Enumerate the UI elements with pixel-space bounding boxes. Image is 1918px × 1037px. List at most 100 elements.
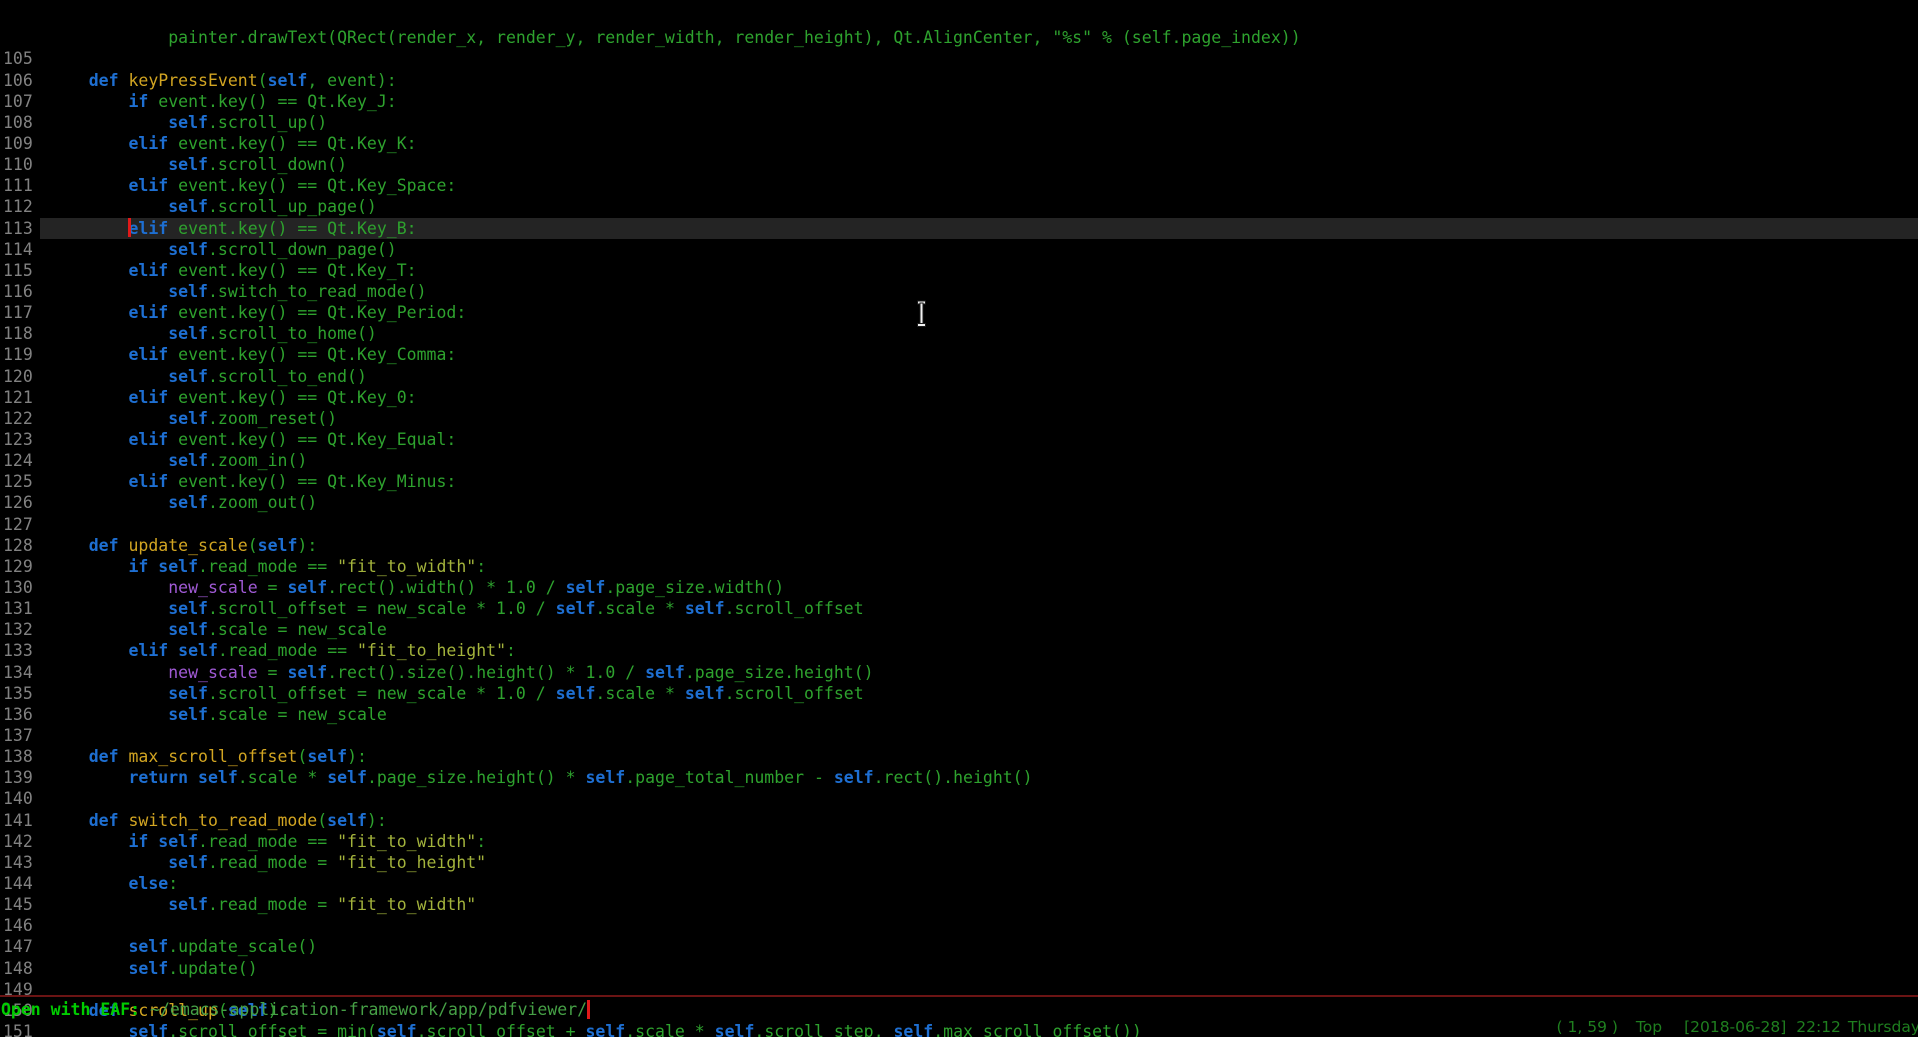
- code-line[interactable]: 147 self.update_scale(): [0, 936, 1918, 957]
- code-text[interactable]: self.scroll_offset = new_scale * 1.0 / s…: [40, 598, 1918, 619]
- code-text[interactable]: return self.scale * self.page_size.heigh…: [40, 767, 1918, 788]
- code-line[interactable]: 136 self.scale = new_scale: [0, 704, 1918, 725]
- code-text[interactable]: self.zoom_out(): [40, 492, 1918, 513]
- code-line[interactable]: 122 self.zoom_reset(): [0, 408, 1918, 429]
- code-line[interactable]: 125 elif event.key() == Qt.Key_Minus:: [0, 471, 1918, 492]
- code-line[interactable]: 143 self.read_mode = "fit_to_height": [0, 852, 1918, 873]
- code-line[interactable]: 148 self.update(): [0, 958, 1918, 979]
- code-text[interactable]: self.update(): [40, 958, 1918, 979]
- code-line[interactable]: 128 def update_scale(self):: [0, 535, 1918, 556]
- code-line[interactable]: 118 self.scroll_to_home(): [0, 323, 1918, 344]
- code-line[interactable]: 105: [0, 48, 1918, 69]
- code-line[interactable]: 137: [0, 725, 1918, 746]
- code-text[interactable]: self.scroll_to_end(): [40, 366, 1918, 387]
- code-line[interactable]: 129 if self.read_mode == "fit_to_width":: [0, 556, 1918, 577]
- code-line[interactable]: 115 elif event.key() == Qt.Key_T:: [0, 260, 1918, 281]
- code-line[interactable]: painter.drawText(QRect(render_x, render_…: [0, 27, 1918, 48]
- code-text[interactable]: self.scroll_down(): [40, 154, 1918, 175]
- line-number: 125: [0, 471, 40, 492]
- line-number: 120: [0, 366, 40, 387]
- code-text[interactable]: if self.read_mode == "fit_to_width":: [40, 556, 1918, 577]
- code-text[interactable]: elif event.key() == Qt.Key_T:: [40, 260, 1918, 281]
- code-line[interactable]: 120 self.scroll_to_end(): [0, 366, 1918, 387]
- code-line[interactable]: 113 elif event.key() == Qt.Key_B:: [0, 218, 1918, 239]
- minibuffer-input[interactable]: ~/emacs-application-framework/app/pdfvie…: [150, 1000, 587, 1019]
- minibuffer-prompt: Open with EAF:: [1, 1000, 150, 1019]
- code-text[interactable]: [40, 725, 1918, 746]
- code-text[interactable]: elif event.key() == Qt.Key_Minus:: [40, 471, 1918, 492]
- code-text[interactable]: new_scale = self.rect().width() * 1.0 / …: [40, 577, 1918, 598]
- minibuffer[interactable]: Open with EAF: ~/emacs-application-frame…: [1, 999, 1918, 1020]
- code-line[interactable]: 114 self.scroll_down_page(): [0, 239, 1918, 260]
- code-text[interactable]: self.read_mode = "fit_to_width": [40, 894, 1918, 915]
- code-line[interactable]: 123 elif event.key() == Qt.Key_Equal:: [0, 429, 1918, 450]
- code-line[interactable]: 141 def switch_to_read_mode(self):: [0, 810, 1918, 831]
- code-line[interactable]: 134 new_scale = self.rect().size().heigh…: [0, 662, 1918, 683]
- code-line[interactable]: 139 return self.scale * self.page_size.h…: [0, 767, 1918, 788]
- code-text[interactable]: [40, 915, 1918, 936]
- code-line[interactable]: 138 def max_scroll_offset(self):: [0, 746, 1918, 767]
- code-line[interactable]: 131 self.scroll_offset = new_scale * 1.0…: [0, 598, 1918, 619]
- code-editor[interactable]: painter.drawText(QRect(render_x, render_…: [0, 0, 1918, 1037]
- code-text[interactable]: elif event.key() == Qt.Key_Comma:: [40, 344, 1918, 365]
- code-line[interactable]: 111 elif event.key() == Qt.Key_Space:: [0, 175, 1918, 196]
- code-line[interactable]: 142 if self.read_mode == "fit_to_width":: [0, 831, 1918, 852]
- code-text[interactable]: self.scale = new_scale: [40, 704, 1918, 725]
- code-text[interactable]: painter.drawText(QRect(render_x, render_…: [40, 27, 1918, 48]
- code-text[interactable]: self.zoom_in(): [40, 450, 1918, 471]
- code-line[interactable]: 144 else:: [0, 873, 1918, 894]
- code-line[interactable]: 108 self.scroll_up(): [0, 112, 1918, 133]
- code-text[interactable]: elif event.key() == Qt.Key_Space:: [40, 175, 1918, 196]
- code-text[interactable]: elif event.key() == Qt.Key_Period:: [40, 302, 1918, 323]
- code-line[interactable]: 117 elif event.key() == Qt.Key_Period:: [0, 302, 1918, 323]
- code-line[interactable]: 107 if event.key() == Qt.Key_J:: [0, 91, 1918, 112]
- code-text[interactable]: elif event.key() == Qt.Key_0:: [40, 387, 1918, 408]
- code-text[interactable]: elif event.key() == Qt.Key_K:: [40, 133, 1918, 154]
- code-text[interactable]: self.scroll_up_page(): [40, 196, 1918, 217]
- code-line[interactable]: 133 elif self.read_mode == "fit_to_heigh…: [0, 640, 1918, 661]
- code-text[interactable]: self.read_mode = "fit_to_height": [40, 852, 1918, 873]
- code-text[interactable]: elif event.key() == Qt.Key_Equal:: [40, 429, 1918, 450]
- line-number: 141: [0, 810, 40, 831]
- code-text[interactable]: def update_scale(self):: [40, 535, 1918, 556]
- code-line[interactable]: 106 def keyPressEvent(self, event):: [0, 70, 1918, 91]
- status-date: [2018-06-28]: [1684, 1018, 1786, 1036]
- code-line[interactable]: 130 new_scale = self.rect().width() * 1.…: [0, 577, 1918, 598]
- code-line[interactable]: 112 self.scroll_up_page(): [0, 196, 1918, 217]
- code-text[interactable]: [40, 48, 1918, 69]
- code-text[interactable]: self.scroll_down_page(): [40, 239, 1918, 260]
- code-text[interactable]: self.scale = new_scale: [40, 619, 1918, 640]
- code-text[interactable]: if event.key() == Qt.Key_J:: [40, 91, 1918, 112]
- code-line[interactable]: 146: [0, 915, 1918, 936]
- code-line[interactable]: 135 self.scroll_offset = new_scale * 1.0…: [0, 683, 1918, 704]
- code-line[interactable]: 116 self.switch_to_read_mode(): [0, 281, 1918, 302]
- code-line[interactable]: 124 self.zoom_in(): [0, 450, 1918, 471]
- code-line[interactable]: 127: [0, 514, 1918, 535]
- code-text[interactable]: def keyPressEvent(self, event):: [40, 70, 1918, 91]
- scroll-position: Top: [1636, 1018, 1662, 1036]
- code-text[interactable]: self.scroll_to_home(): [40, 323, 1918, 344]
- code-text[interactable]: self.scroll_offset = new_scale * 1.0 / s…: [40, 683, 1918, 704]
- code-line[interactable]: 119 elif event.key() == Qt.Key_Comma:: [0, 344, 1918, 365]
- code-line[interactable]: 132 self.scale = new_scale: [0, 619, 1918, 640]
- code-line[interactable]: 121 elif event.key() == Qt.Key_0:: [0, 387, 1918, 408]
- code-line[interactable]: 126 self.zoom_out(): [0, 492, 1918, 513]
- code-line[interactable]: 140: [0, 788, 1918, 809]
- code-text[interactable]: def max_scroll_offset(self):: [40, 746, 1918, 767]
- line-number: 133: [0, 640, 40, 661]
- code-text[interactable]: self.switch_to_read_mode(): [40, 281, 1918, 302]
- code-text[interactable]: [40, 514, 1918, 535]
- code-text[interactable]: else:: [40, 873, 1918, 894]
- code-line[interactable]: 145 self.read_mode = "fit_to_width": [0, 894, 1918, 915]
- code-text[interactable]: elif event.key() == Qt.Key_B:: [40, 218, 1918, 239]
- code-text[interactable]: if self.read_mode == "fit_to_width":: [40, 831, 1918, 852]
- code-text[interactable]: new_scale = self.rect().size().height() …: [40, 662, 1918, 683]
- code-text[interactable]: self.update_scale(): [40, 936, 1918, 957]
- code-text[interactable]: self.zoom_reset(): [40, 408, 1918, 429]
- code-line[interactable]: 109 elif event.key() == Qt.Key_K:: [0, 133, 1918, 154]
- code-text[interactable]: self.scroll_up(): [40, 112, 1918, 133]
- code-text[interactable]: elif self.read_mode == "fit_to_height":: [40, 640, 1918, 661]
- code-text[interactable]: def switch_to_read_mode(self):: [40, 810, 1918, 831]
- code-text[interactable]: [40, 788, 1918, 809]
- code-line[interactable]: 110 self.scroll_down(): [0, 154, 1918, 175]
